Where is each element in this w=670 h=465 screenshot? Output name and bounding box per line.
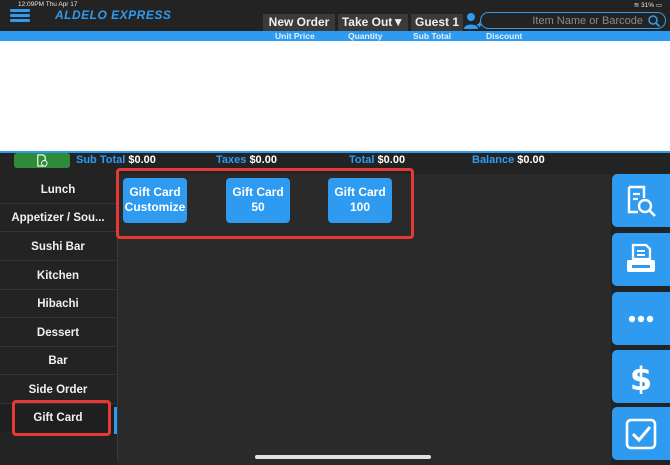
category-dessert[interactable]: Dessert — [0, 319, 116, 347]
active-category-indicator — [114, 407, 117, 434]
category-bar[interactable]: Bar — [0, 347, 116, 375]
column-discount: Discount — [486, 31, 523, 41]
category-sushi-bar[interactable]: Sushi Bar — [0, 233, 116, 261]
order-type-dropdown[interactable]: Take Out▼ — [338, 14, 408, 31]
balance-value: $0.00 — [517, 154, 545, 166]
sub-total: Sub Total $0.00 — [76, 153, 156, 167]
category-kitchen[interactable]: Kitchen — [0, 262, 116, 290]
order-item-list[interactable] — [0, 41, 670, 151]
hamburger-menu-icon[interactable] — [10, 9, 30, 23]
print-icon — [627, 243, 655, 272]
total: Total $0.00 — [349, 153, 405, 167]
sub-total-label: Sub Total — [76, 154, 126, 166]
search-icon[interactable] — [647, 14, 661, 28]
pos-screen: 12:09PM Thu Apr 17 ≋ 31% ▭ ALDELO EXPRES… — [0, 0, 670, 465]
battery-icon: ▭ — [654, 2, 662, 9]
column-quantity: Quantity — [348, 31, 383, 41]
balance: Balance $0.00 — [472, 153, 545, 167]
search-receipt-button[interactable] — [612, 174, 670, 227]
receipt-button[interactable] — [14, 153, 70, 168]
category-hibachi[interactable]: Hibachi — [0, 290, 116, 318]
svg-text:$: $ — [630, 360, 652, 394]
search-field[interactable] — [480, 12, 666, 29]
highlight-gift-card-category — [12, 400, 111, 436]
checkout-button[interactable] — [612, 407, 670, 460]
column-sub-total: Sub Total — [413, 31, 452, 41]
new-order-button[interactable]: New Order — [263, 14, 335, 31]
balance-label: Balance — [472, 154, 515, 166]
order-column-header: Unit Price Quantity Sub Total Discount — [0, 31, 670, 41]
category-appetizer-soup[interactable]: Appetizer / Sou... — [0, 204, 116, 232]
status-indicators: ≋ 31% ▭ — [634, 1, 662, 9]
taxes-value: $0.00 — [249, 154, 277, 166]
category-lunch[interactable]: Lunch — [0, 176, 116, 204]
print-button[interactable] — [612, 233, 670, 286]
highlight-gift-card-items — [116, 168, 414, 239]
sub-total-value: $0.00 — [128, 154, 156, 166]
action-bar: $ — [612, 174, 670, 465]
checkout-icon — [625, 418, 657, 450]
search-input[interactable] — [493, 14, 643, 27]
total-label: Total — [349, 154, 375, 166]
column-unit-price: Unit Price — [275, 31, 315, 41]
total-value: $0.00 — [377, 154, 406, 166]
receipt-icon — [37, 154, 48, 167]
payment-button[interactable]: $ — [612, 350, 670, 403]
more-icon — [628, 315, 654, 323]
payment-icon: $ — [630, 360, 652, 394]
brand-logo: ALDELO EXPRESS — [55, 8, 172, 22]
battery-level: 31% — [641, 2, 655, 9]
header: 12:09PM Thu Apr 17 ≋ 31% ▭ ALDELO EXPRES… — [0, 0, 670, 31]
status-time: 12:09PM Thu Apr 17 — [18, 1, 78, 8]
guest-button[interactable]: Guest 1 — [411, 14, 463, 31]
totals-bar: Sub Total $0.00 Taxes $0.00 Total $0.00 … — [0, 151, 670, 169]
more-button[interactable] — [612, 292, 670, 345]
search-receipt-icon — [627, 185, 656, 217]
taxes-label: Taxes — [216, 154, 247, 166]
home-indicator — [255, 455, 431, 459]
taxes: Taxes $0.00 — [216, 153, 277, 167]
wifi-icon: ≋ — [633, 2, 642, 9]
